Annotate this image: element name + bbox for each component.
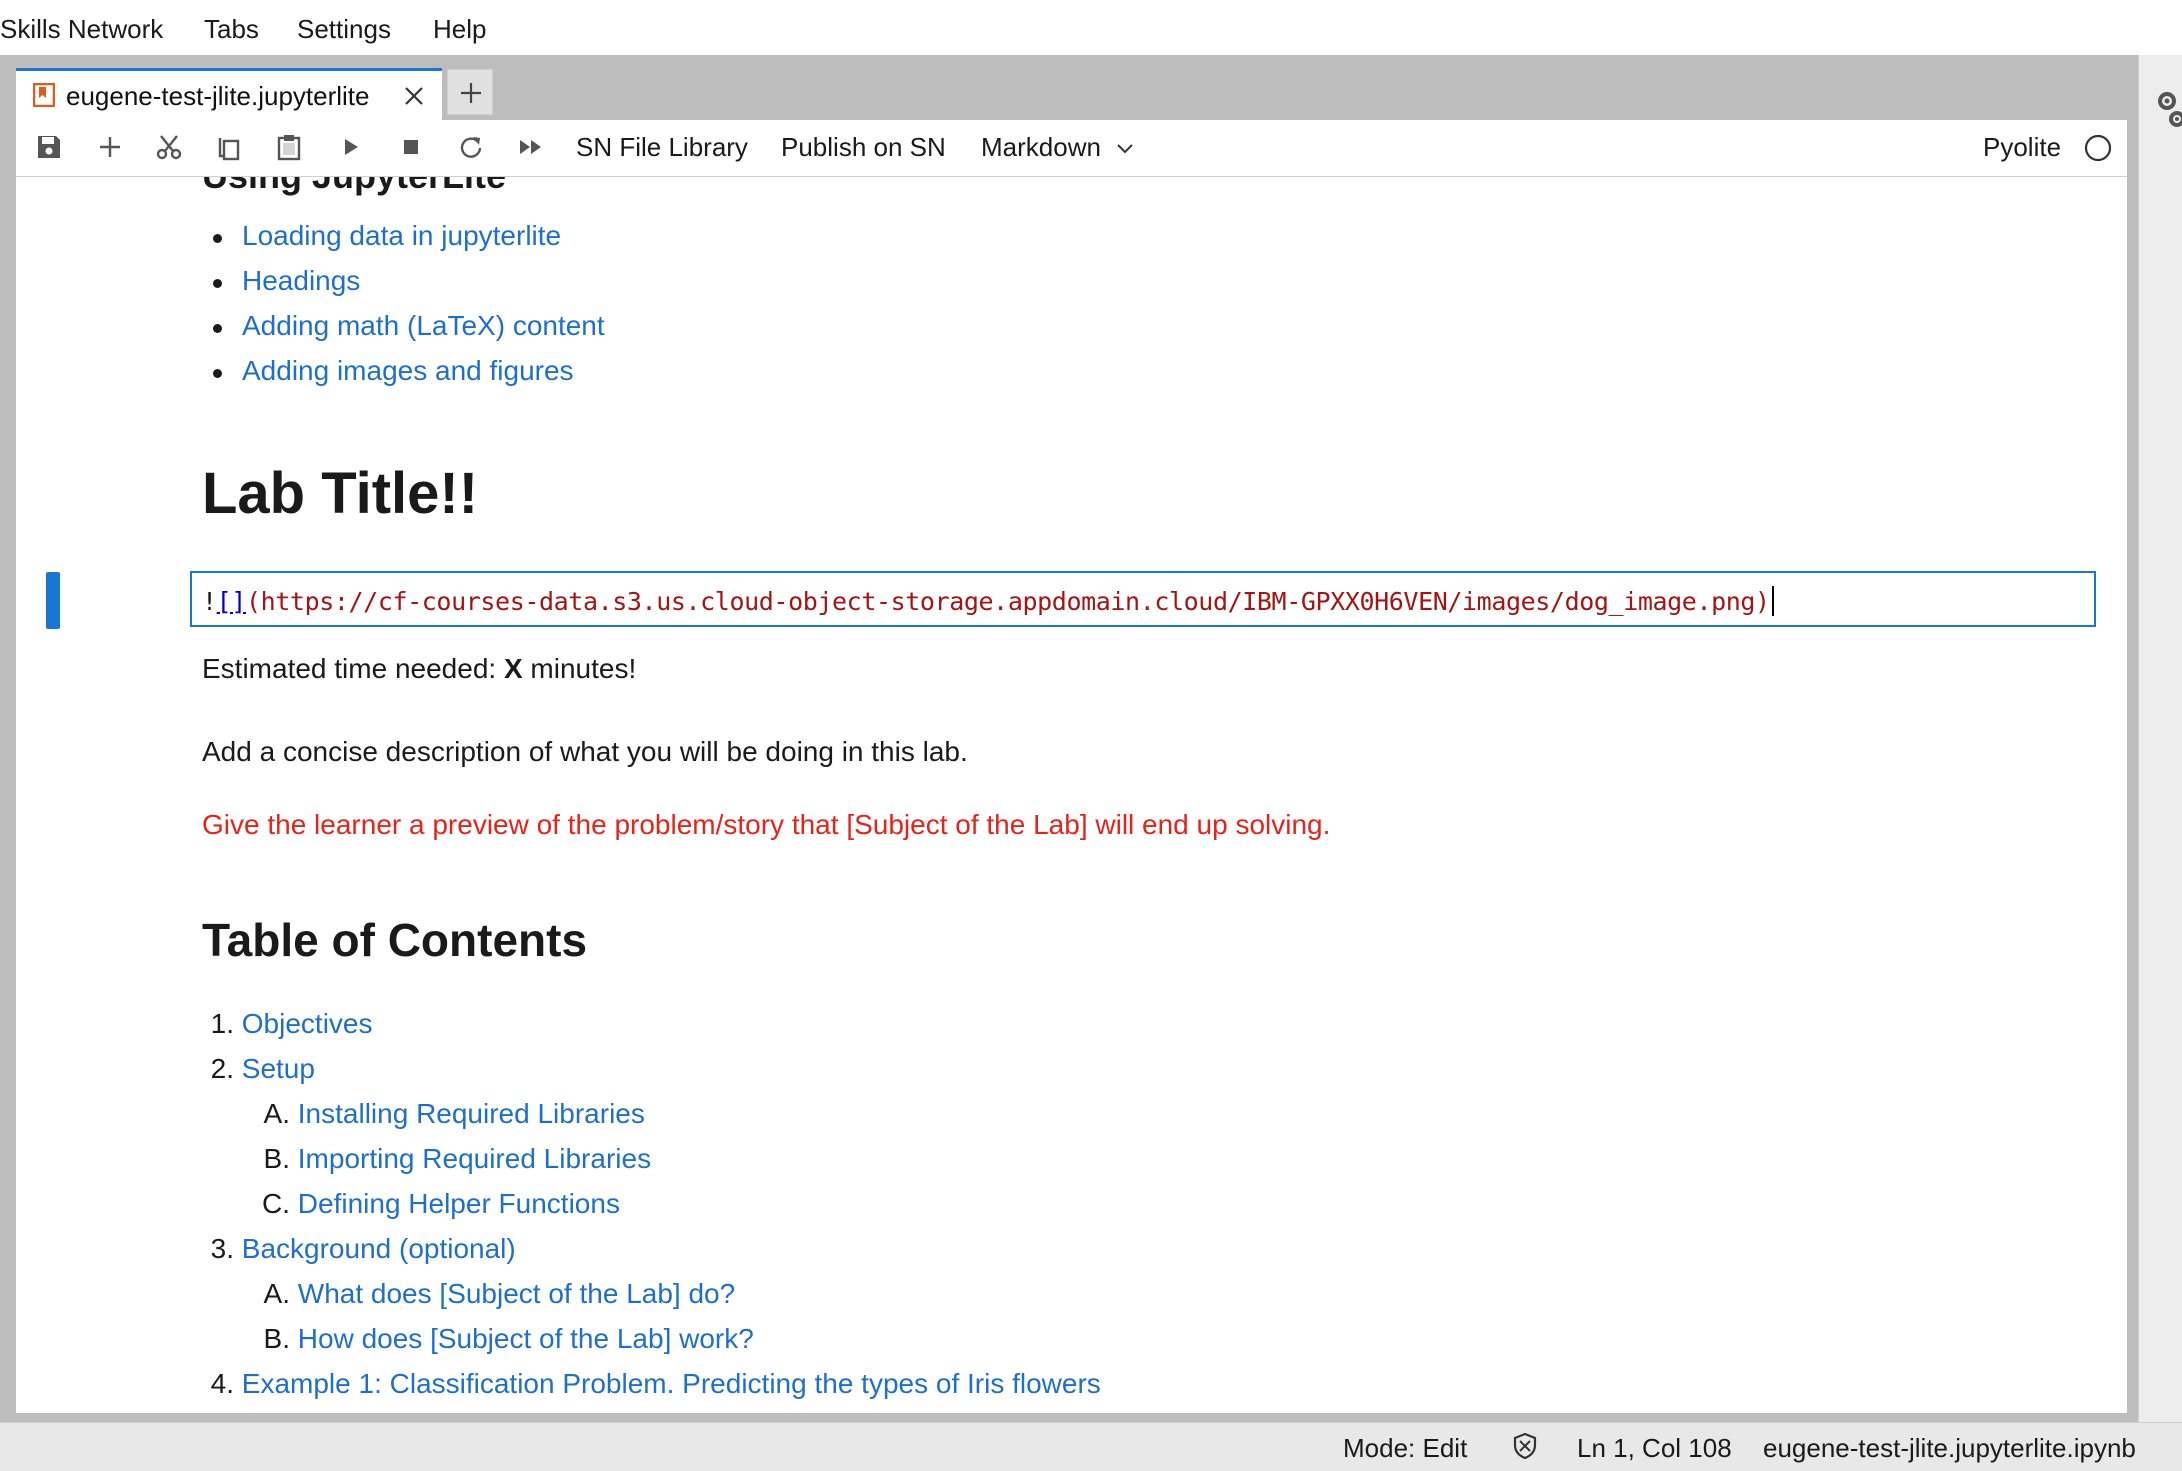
md-bang: ! xyxy=(202,587,217,616)
toc-item: 4. Example 1: Classification Problem. Pr… xyxy=(202,1368,1101,1400)
time-prefix: Estimated time needed: xyxy=(202,653,504,684)
markdown-cell-editor[interactable]: ![](https://cf-courses-data.s3.us.cloud-… xyxy=(190,571,2096,627)
tab-notebook[interactable]: eugene-test-jlite.jupyterlite xyxy=(16,68,442,121)
clipped-heading: Using JupyterLite xyxy=(202,177,506,197)
property-inspector-gear-icon[interactable] xyxy=(2155,89,2182,131)
active-cell-indicator[interactable] xyxy=(46,572,60,629)
notebook-content: Using JupyterLite Loading data in jupyte… xyxy=(16,177,2127,1413)
link-headings[interactable]: Headings xyxy=(242,265,360,296)
toc-item: A. What does [Subject of the Lab] do? xyxy=(256,1278,736,1310)
cursor-position[interactable]: Ln 1, Col 108 xyxy=(1577,1433,1732,1464)
link-images-figures[interactable]: Adding images and figures xyxy=(242,355,574,386)
fast-forward-icon[interactable] xyxy=(517,133,545,161)
paste-icon[interactable] xyxy=(275,133,303,161)
list-item: Headings xyxy=(202,265,605,310)
toc-item: 1. Objectives xyxy=(202,1008,373,1040)
toc-link-importing-libraries[interactable]: Importing Required Libraries xyxy=(298,1143,651,1174)
restart-icon[interactable] xyxy=(457,133,485,161)
tab-bar: eugene-test-jlite.jupyterlite xyxy=(0,55,2138,121)
menu-tabs[interactable]: Tabs xyxy=(204,14,259,45)
editor-line[interactable]: ![](https://cf-courses-data.s3.us.cloud-… xyxy=(202,586,1774,616)
toc-item: 2. Setup xyxy=(202,1053,315,1085)
toc-marker: 4. xyxy=(210,1368,234,1399)
text-cursor xyxy=(1771,586,1774,616)
add-tab-button[interactable] xyxy=(447,69,493,115)
time-value: X xyxy=(503,653,523,684)
add-cell-icon[interactable] xyxy=(96,133,124,161)
toc-link-how-does[interactable]: How does [Subject of the Lab] work? xyxy=(298,1323,754,1354)
sn-file-library-button[interactable]: SN File Library xyxy=(576,132,748,163)
toc-link-installing-libraries[interactable]: Installing Required Libraries xyxy=(298,1098,645,1129)
toc-link-what-does[interactable]: What does [Subject of the Lab] do? xyxy=(298,1278,735,1309)
list-item: Adding images and figures xyxy=(202,355,605,400)
kernel-idle-icon xyxy=(2084,134,2112,162)
toc-item: B. Importing Required Libraries xyxy=(256,1143,652,1175)
toc-marker: 3. xyxy=(210,1233,234,1264)
toc-marker: A. xyxy=(263,1278,290,1309)
notebook-panel: SN File Library Publish on SN Markdown P… xyxy=(16,120,2127,1413)
time-suffix: minutes! xyxy=(522,653,637,684)
right-side-panel xyxy=(2138,55,2182,1422)
run-icon[interactable] xyxy=(337,133,365,161)
status-bar: Mode: Edit Ln 1, Col 108 eugene-test-jli… xyxy=(0,1422,2182,1471)
toc-link-example-1[interactable]: Example 1: Classification Problem. Predi… xyxy=(242,1368,1101,1399)
toc-link-objectives[interactable]: Objectives xyxy=(242,1008,373,1039)
toc-marker: C. xyxy=(262,1188,290,1219)
toc-item: 3. Background (optional) xyxy=(202,1233,516,1265)
shield-icon[interactable] xyxy=(1510,1431,1540,1461)
lab-title: Lab Title!! xyxy=(202,461,479,526)
menu-skills-network[interactable]: Skills Network xyxy=(0,14,163,45)
problem-preview: Give the learner a preview of the proble… xyxy=(202,809,1331,840)
plus-icon xyxy=(461,83,481,103)
close-icon[interactable] xyxy=(402,84,426,108)
mode-indicator[interactable]: Mode: Edit xyxy=(1343,1433,1467,1464)
list-item: Loading data in jupyterlite xyxy=(202,220,605,265)
md-image-url: (https://cf-courses-data.s3.us.cloud-obj… xyxy=(245,587,1770,616)
kernel-name[interactable]: Pyolite xyxy=(1983,132,2061,163)
link-loading-data[interactable]: Loading data in jupyterlite xyxy=(242,220,561,251)
md-brackets: [] xyxy=(216,587,247,616)
chevron-down-icon xyxy=(1117,144,1133,154)
copy-icon[interactable] xyxy=(215,133,243,161)
toc-marker: A. xyxy=(263,1098,290,1129)
toc-link-background[interactable]: Background (optional) xyxy=(242,1233,516,1264)
list-item: Adding math (LaTeX) content xyxy=(202,310,605,355)
link-math-content[interactable]: Adding math (LaTeX) content xyxy=(242,310,605,341)
toc-heading: Table of Contents xyxy=(202,914,588,966)
toc-link-setup[interactable]: Setup xyxy=(242,1053,315,1084)
toc-marker: B. xyxy=(263,1323,290,1354)
toc-link-helper-functions[interactable]: Defining Helper Functions xyxy=(298,1188,620,1219)
cut-icon[interactable] xyxy=(155,133,183,161)
cell-type-value: Markdown xyxy=(981,132,1101,162)
toc-marker: B. xyxy=(263,1143,290,1174)
stop-icon[interactable] xyxy=(397,133,425,161)
bullet-link-list: Loading data in jupyterlite Headings Add… xyxy=(202,220,605,400)
toc-marker: 2. xyxy=(210,1053,234,1084)
status-filename: eugene-test-jlite.jupyterlite.ipynb xyxy=(1763,1433,2136,1463)
menu-help[interactable]: Help xyxy=(433,14,486,45)
toc-item: A. Installing Required Libraries xyxy=(256,1098,645,1130)
publish-on-sn-button[interactable]: Publish on SN xyxy=(781,132,946,163)
menu-bar: Skills Network Tabs Settings Help xyxy=(0,0,2182,56)
estimated-time: Estimated time needed: X minutes! xyxy=(202,653,636,685)
toc-marker: 1. xyxy=(210,1008,234,1039)
toc-item: C. Defining Helper Functions xyxy=(256,1188,620,1220)
save-icon[interactable] xyxy=(35,133,63,161)
menu-settings[interactable]: Settings xyxy=(297,14,391,45)
notebook-toolbar: SN File Library Publish on SN Markdown P… xyxy=(16,120,2127,177)
toc-item: B. How does [Subject of the Lab] work? xyxy=(256,1323,754,1355)
cell-type-dropdown[interactable]: Markdown xyxy=(981,132,1134,163)
lab-description: Add a concise description of what you wi… xyxy=(202,736,968,767)
tab-label: eugene-test-jlite.jupyterlite xyxy=(66,81,370,111)
notebook-file-icon xyxy=(33,83,55,107)
